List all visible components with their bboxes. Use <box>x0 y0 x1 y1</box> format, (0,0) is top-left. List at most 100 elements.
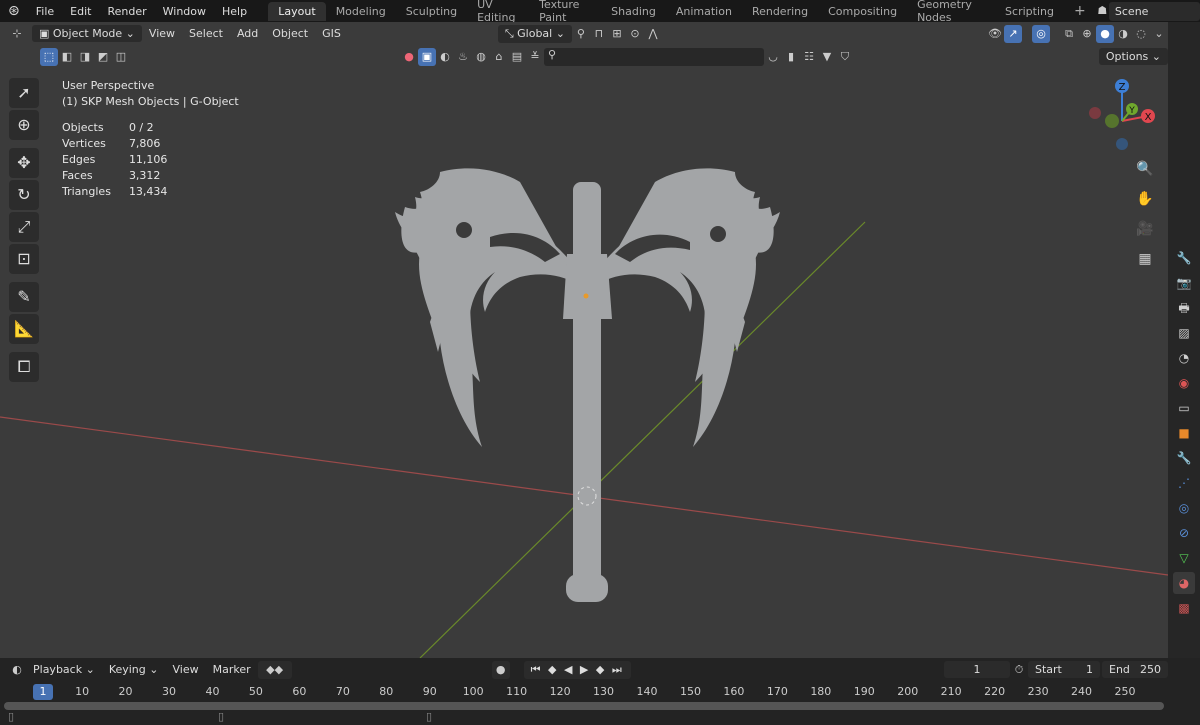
menu-keying[interactable]: Keying ⌄ <box>102 661 166 678</box>
playback-controls[interactable]: ⏮ ◆ ◀ ▶ ◆ ⏭ <box>523 660 631 679</box>
options-button[interactable]: Options ⌄ <box>1098 48 1168 65</box>
shading-filter-icon[interactable]: ◐ <box>436 48 454 66</box>
tab-modeling[interactable]: Modeling <box>326 2 396 21</box>
stopwatch-icon[interactable]: ⏱ <box>1010 661 1028 679</box>
snap-increment-icon[interactable]: ⊞ <box>608 25 626 43</box>
physics-icon[interactable]: ◎ <box>1173 497 1195 519</box>
3d-viewport[interactable]: ⊹ ▣ Object Mode ⌄ View Select Add Object… <box>0 22 1168 658</box>
tab-shading[interactable]: Shading <box>601 2 666 21</box>
constraints-icon[interactable]: ⊘ <box>1173 522 1195 544</box>
world-props-icon[interactable]: ◉ <box>1173 372 1195 394</box>
view-layer-icon[interactable]: ▨ <box>1173 322 1195 344</box>
measure-tool-icon[interactable]: 📐 <box>9 314 39 344</box>
material-shading-icon[interactable]: ◑ <box>1114 25 1132 43</box>
menu-object[interactable]: Object <box>265 25 315 42</box>
select-subtract-icon[interactable]: ◨ <box>76 48 94 66</box>
menu-file[interactable]: File <box>28 5 62 18</box>
tab-scripting[interactable]: Scripting <box>995 2 1064 21</box>
wireframe-shading-icon[interactable]: ⊕ <box>1078 25 1096 43</box>
menu-edit[interactable]: Edit <box>62 5 99 18</box>
current-frame-field[interactable]: 1 <box>944 661 1010 678</box>
navigation-gizmo[interactable]: Z X Y <box>1080 74 1160 154</box>
xray-icon[interactable]: ⧉ <box>1060 25 1078 43</box>
tab-animation[interactable]: Animation <box>666 2 742 21</box>
bookmark-icon[interactable]: ▮ <box>782 48 800 66</box>
blender-logo-icon[interactable]: ⊛ <box>0 3 28 19</box>
cursor-tool-icon[interactable]: ⊕ <box>9 110 39 140</box>
tool-props-icon[interactable]: 🔧 <box>1173 247 1195 269</box>
camera-icon[interactable]: 🎥 <box>1136 220 1154 238</box>
menu-add[interactable]: Add <box>230 25 265 42</box>
move-tool-icon[interactable]: ✥ <box>9 148 39 178</box>
annotate-tool-icon[interactable]: ✎ <box>9 282 39 312</box>
object-filter-icon[interactable]: ▣ <box>418 47 436 66</box>
menu-render[interactable]: Render <box>99 5 154 18</box>
texture-props-icon[interactable]: ▩ <box>1173 597 1195 619</box>
menu-view[interactable]: View <box>142 25 182 42</box>
menu-window[interactable]: Window <box>155 5 214 18</box>
tab-rendering[interactable]: Rendering <box>742 2 818 21</box>
rendered-shading-icon[interactable]: ◌ <box>1132 25 1150 43</box>
keyframe-icon[interactable]: ◆◆ <box>257 660 292 679</box>
transform-tool-icon[interactable]: ⊡ <box>9 244 39 274</box>
timeline-scrollbar[interactable] <box>4 702 1164 710</box>
menu-help[interactable]: Help <box>214 5 255 18</box>
gizmo-toggle-icon[interactable]: ↗ <box>1004 24 1022 43</box>
add-workspace-button[interactable]: + <box>1064 0 1096 22</box>
select-intersect-icon[interactable]: ◫ <box>112 48 130 66</box>
snap-icon[interactable]: ⊓ <box>590 25 608 43</box>
light-filter-icon[interactable]: ♨ <box>454 48 472 66</box>
frame-ruler[interactable]: 1 10 20 30 40 50 60 70 80 90 100 110 120 130 140 150 160… <box>0 682 1168 702</box>
object-props-icon[interactable]: ■ <box>1173 422 1195 444</box>
scale-tool-icon[interactable]: ⤢ <box>9 212 39 242</box>
editor-type-timeline-icon[interactable]: ◐ <box>8 661 26 679</box>
modifier-props-icon[interactable]: 🔧 <box>1173 447 1195 469</box>
visibility-icon[interactable]: 👁 <box>986 25 1004 43</box>
end-frame-field[interactable]: End 250 <box>1102 661 1168 678</box>
select-extend-icon[interactable]: ◧ <box>58 48 76 66</box>
select-box-tool-icon[interactable]: ➚ <box>9 78 39 108</box>
world-icon[interactable]: ◍ <box>472 48 490 66</box>
material-props-icon[interactable]: ◕ <box>1173 572 1195 594</box>
render-props-icon[interactable]: 📷 <box>1173 272 1195 294</box>
particles-icon[interactable]: ⋰ <box>1173 472 1195 494</box>
output-props-icon[interactable]: 🖶 <box>1173 297 1195 319</box>
scene-icon[interactable]: ☗ <box>1096 2 1109 20</box>
collection-props-icon[interactable]: ▭ <box>1173 397 1195 419</box>
tab-layout[interactable]: Layout <box>268 1 326 21</box>
proportional-edit-icon[interactable]: ⊙ <box>626 25 644 43</box>
brush-icon[interactable]: ⌂ <box>490 48 508 66</box>
editor-type-icon[interactable]: ⊹ <box>8 25 26 43</box>
add-cube-tool-icon[interactable]: ⧠ <box>9 352 39 382</box>
transform-orientation[interactable]: ⤡ Global ⌄ <box>497 24 572 43</box>
pan-hand-icon[interactable]: ✋ <box>1136 190 1154 208</box>
render-icon[interactable]: ▤ <box>508 48 526 66</box>
hierarchy-icon[interactable]: ☷ <box>800 48 818 66</box>
menu-select[interactable]: Select <box>182 25 230 42</box>
select-new-icon[interactable]: ⬚ <box>40 47 58 66</box>
shading-options-icon[interactable]: ⌄ <box>1150 25 1168 43</box>
color-icon[interactable]: ● <box>400 48 418 66</box>
shield-icon[interactable]: ⛉ <box>836 48 854 66</box>
rotate-tool-icon[interactable]: ↻ <box>9 180 39 210</box>
solid-shading-icon[interactable]: ● <box>1096 24 1114 43</box>
search-input[interactable]: ⚲ <box>544 47 764 66</box>
tab-sculpting[interactable]: Sculpting <box>396 2 467 21</box>
overlay-toggle-icon[interactable]: ◎ <box>1032 24 1050 43</box>
start-frame-field[interactable]: Start 1 <box>1028 661 1100 678</box>
menu-gis[interactable]: GIS <box>315 25 348 42</box>
menu-view-timeline[interactable]: View <box>165 661 205 678</box>
scene-props-icon[interactable]: ◔ <box>1173 347 1195 369</box>
data-props-icon[interactable]: ▽ <box>1173 547 1195 569</box>
select-invert-icon[interactable]: ◩ <box>94 48 112 66</box>
output-icon[interactable]: ≚ <box>526 48 544 66</box>
mode-selector[interactable]: ▣ Object Mode ⌄ <box>32 25 142 42</box>
scene-selector[interactable]: Scene <box>1108 1 1200 21</box>
record-icon[interactable]: ● <box>491 660 510 679</box>
zoom-icon[interactable]: 🔍 <box>1136 160 1154 178</box>
tab-compositing[interactable]: Compositing <box>818 2 907 21</box>
falloff-icon[interactable]: ⋀ <box>644 25 662 43</box>
filter-toggle-icon[interactable]: ◡ <box>764 48 782 66</box>
menu-playback[interactable]: Playback ⌄ <box>26 661 102 678</box>
funnel-icon[interactable]: ▼ <box>818 48 836 66</box>
